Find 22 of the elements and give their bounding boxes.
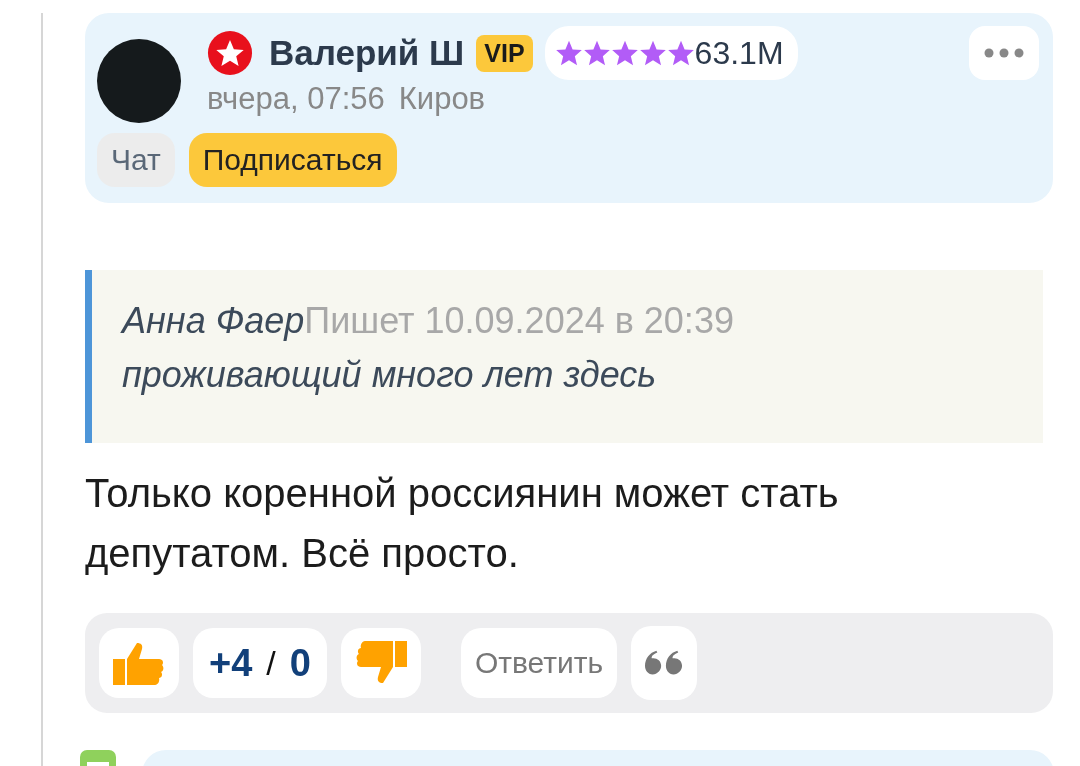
dislike-button[interactable] [340,628,421,698]
quote-author[interactable]: Анна Фаер [122,300,305,342]
vote-score: +4 / 0 [193,628,327,698]
star-badge-icon [207,30,253,76]
thumbs-up-icon [113,641,165,685]
quote-text: проживающий много лет здесь [122,354,658,396]
reply-button[interactable]: Ответить [460,628,618,698]
more-icon [984,48,1024,58]
like-button[interactable] [99,628,179,698]
author-name[interactable]: Валерий Ш [269,33,465,73]
subscribe-button[interactable]: Подписаться [188,133,397,187]
quote-marks-icon [645,650,684,676]
rating-value: 63.1M [694,34,784,72]
more-button[interactable] [969,26,1039,80]
comment-text: Только коренной россиянин может стать депутатом. Всё просто. [85,470,840,577]
post-time: вчера, 07:56 [207,81,385,117]
chat-button[interactable]: Чат [97,133,175,187]
thumbs-down-icon [354,641,407,685]
quote-meta: Пишет 10.09.2024 в 20:39 [304,300,734,342]
author-city: Киров [398,81,486,117]
vip-badge: VIP [476,34,533,72]
quote-button[interactable] [631,626,698,700]
